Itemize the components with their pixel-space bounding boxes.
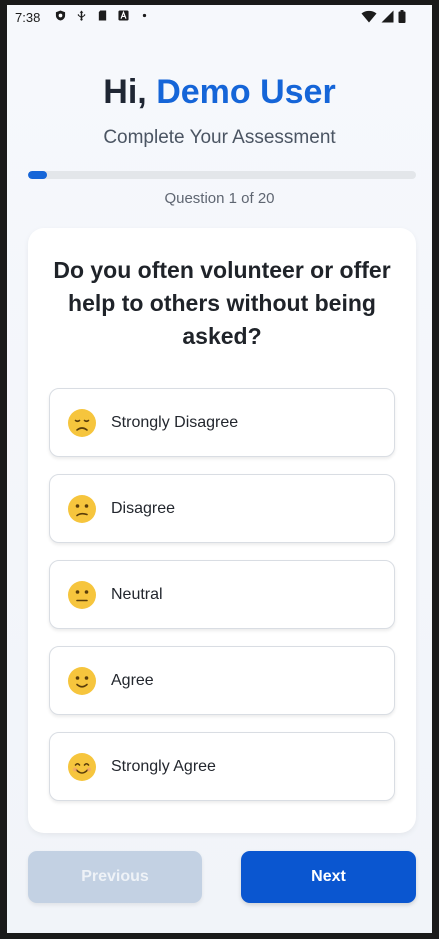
question-text: Do you often volunteer or offer help to … bbox=[53, 257, 391, 349]
greeting-heading: Hi, Demo User bbox=[7, 73, 432, 112]
previous-button[interactable]: Previous bbox=[28, 851, 202, 903]
progress-bar-fill bbox=[28, 171, 48, 179]
slightly-smiling-face-icon bbox=[68, 666, 96, 695]
option-strongly-agree[interactable]: Strongly Agree bbox=[49, 732, 395, 801]
neutral-face-icon bbox=[68, 580, 96, 609]
page-subtitle: Complete Your Assessment bbox=[103, 127, 336, 148]
status-bar: 7:38 bbox=[7, 5, 432, 29]
option-label: Disagree bbox=[111, 499, 176, 517]
greeting-prefix: Hi, bbox=[103, 73, 147, 111]
question-card: Do you often volunteer or offer help to … bbox=[28, 228, 416, 833]
question-counter: Question 1 of 20 bbox=[164, 190, 275, 207]
battery-icon bbox=[398, 10, 406, 23]
status-left-icons bbox=[55, 10, 150, 21]
signal-icon bbox=[381, 10, 394, 23]
option-label: Strongly Agree bbox=[111, 757, 216, 775]
wifi-icon bbox=[361, 10, 377, 23]
answer-options: Strongly Disagree Disagree Neutral Agree… bbox=[49, 388, 395, 818]
disappointed-face-icon bbox=[68, 408, 96, 437]
option-label: Neutral bbox=[111, 585, 163, 603]
next-button[interactable]: Next bbox=[241, 851, 416, 903]
usb-icon bbox=[77, 10, 86, 21]
user-name: Demo User bbox=[156, 73, 336, 111]
a-icon bbox=[118, 10, 129, 21]
option-neutral[interactable]: Neutral bbox=[49, 560, 395, 629]
sdcard-icon bbox=[98, 10, 107, 21]
progress-bar bbox=[28, 171, 416, 179]
status-time: 7:38 bbox=[15, 10, 41, 25]
smiling-face-icon bbox=[68, 752, 96, 781]
dot-icon bbox=[142, 13, 147, 18]
option-label: Strongly Disagree bbox=[111, 413, 239, 431]
confused-face-icon bbox=[68, 494, 96, 523]
option-agree[interactable]: Agree bbox=[49, 646, 395, 715]
option-disagree[interactable]: Disagree bbox=[49, 474, 395, 543]
status-right-icons bbox=[361, 10, 406, 23]
option-strongly-disagree[interactable]: Strongly Disagree bbox=[49, 388, 395, 457]
app-screen: 7:38 Hi, Demo User Complete Your Assessm… bbox=[7, 5, 432, 933]
option-label: Agree bbox=[111, 671, 154, 689]
shield-icon bbox=[55, 10, 66, 21]
